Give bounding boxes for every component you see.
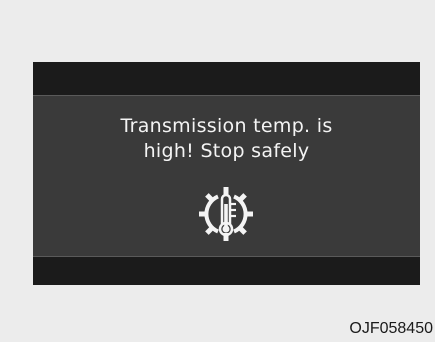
warning-message-line-2: high! Stop safely <box>143 140 310 162</box>
figure-code-caption: OJF058450 <box>349 320 433 337</box>
top-status-bar <box>33 62 420 96</box>
transmission-temperature-warning-icon <box>199 187 253 241</box>
warning-message: Transmission temp. is high! Stop safely <box>33 114 420 164</box>
warning-message-line-1: Transmission temp. is <box>120 115 333 137</box>
cluster-display-panel: Transmission temp. is high! Stop safely <box>33 62 420 285</box>
bottom-status-bar <box>33 256 420 285</box>
